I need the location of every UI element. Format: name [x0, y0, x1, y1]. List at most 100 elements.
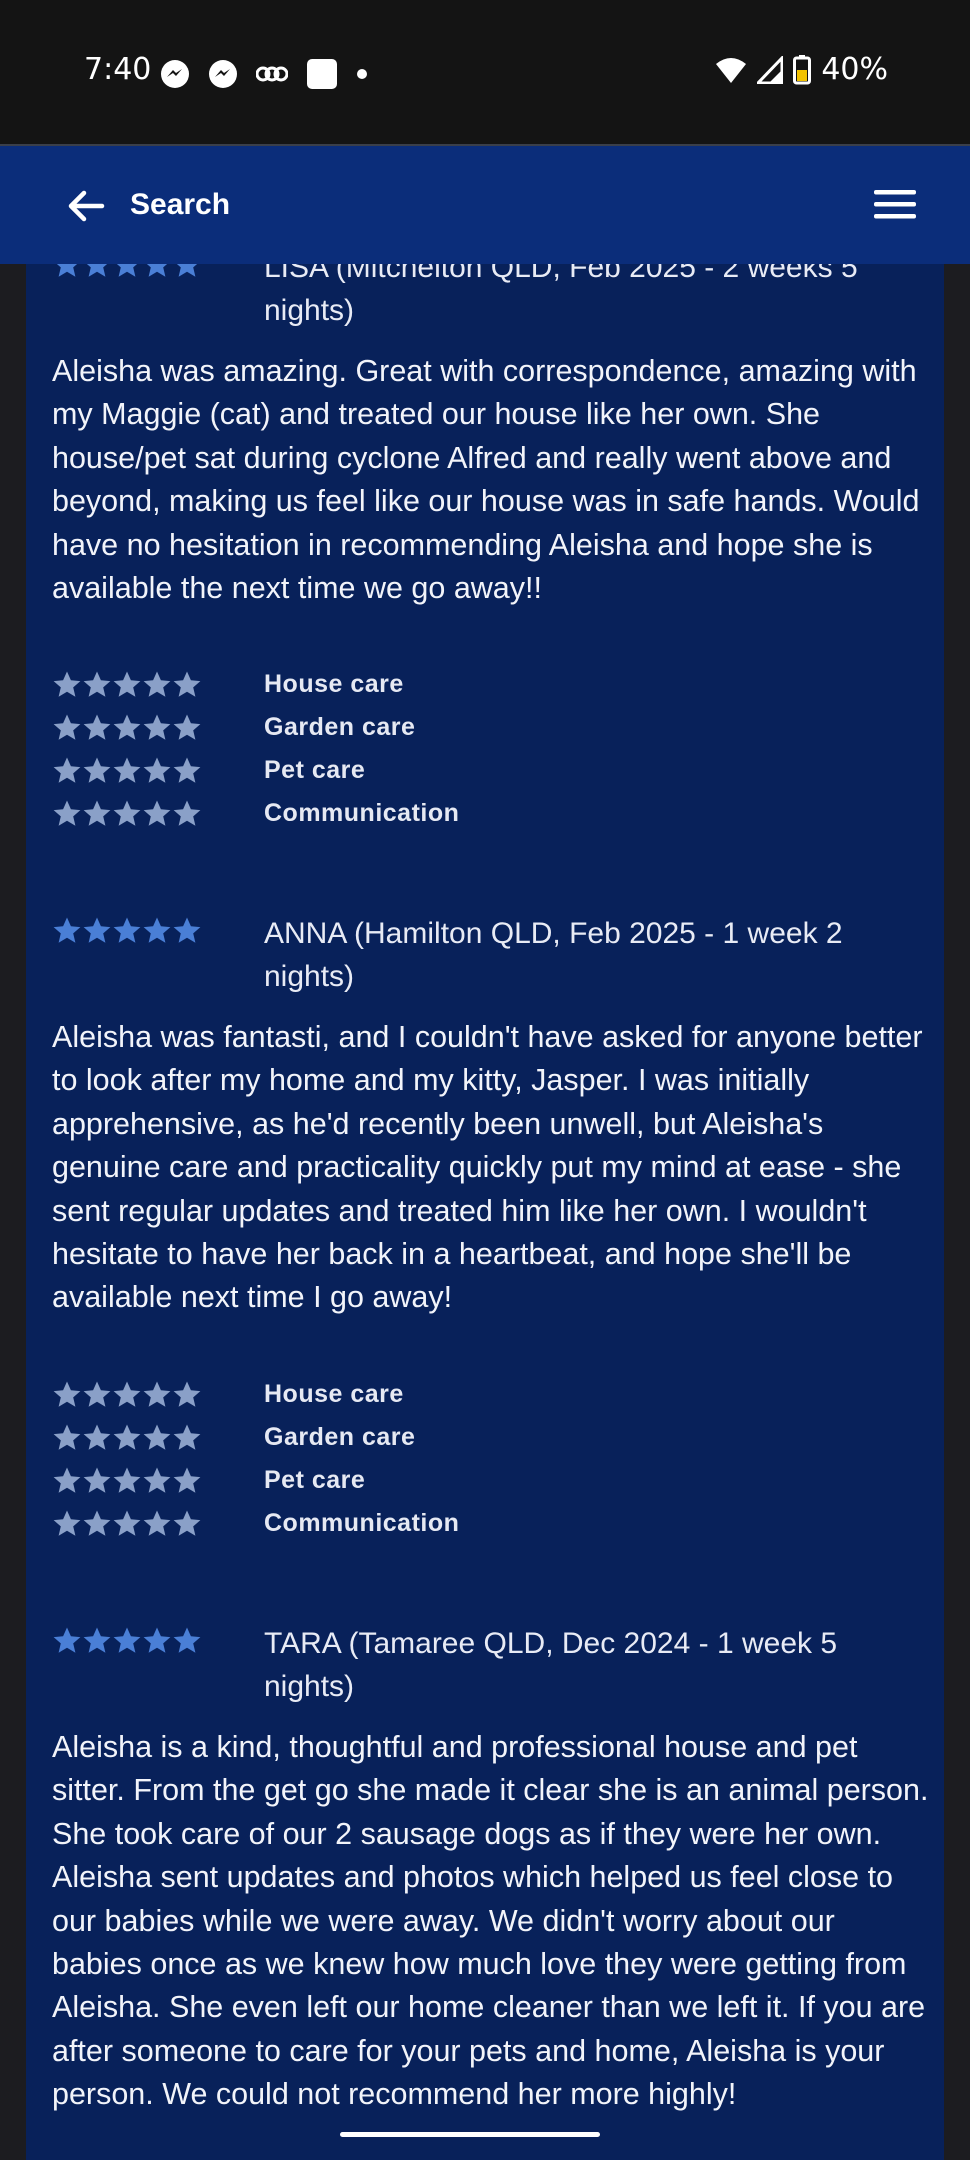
rating-row-communication: Communication [52, 795, 652, 835]
star-icon [53, 800, 81, 826]
rating-label: Communication [264, 799, 460, 827]
overall-rating-stars [52, 1626, 202, 1656]
abc-news-icon [256, 66, 288, 82]
star-icon [173, 1510, 201, 1536]
star-icon [113, 1381, 141, 1407]
notification-icons [160, 58, 368, 90]
rating-label: House care [264, 1380, 404, 1408]
star-icon [173, 917, 201, 943]
rating-stars [52, 1380, 202, 1410]
app-square-icon [307, 59, 337, 89]
star-icon [143, 1381, 171, 1407]
more-notifications-dot-icon [357, 69, 367, 79]
rating-label: House care [264, 670, 404, 698]
star-icon [143, 1510, 171, 1536]
clock: 7:40 [84, 52, 152, 87]
star-icon [113, 1467, 141, 1493]
rating-label: Garden care [264, 713, 416, 741]
star-icon [83, 714, 111, 740]
rating-row-garden-care: Garden care [52, 1419, 652, 1459]
rating-row-communication: Communication [52, 1505, 652, 1545]
messenger-icon [161, 60, 189, 88]
app-bar: Search [0, 146, 970, 264]
star-icon [173, 1627, 201, 1653]
star-icon [83, 800, 111, 826]
star-icon [53, 1381, 81, 1407]
star-icon [83, 1627, 111, 1653]
star-icon [143, 714, 171, 740]
rating-row-pet-care: Pet care [52, 752, 652, 792]
star-icon [173, 800, 201, 826]
review-text: Aleisha was fantasti, and I couldn't hav… [52, 1020, 923, 1315]
status-bar: 7:40 40% [0, 0, 970, 144]
star-icon [53, 917, 81, 943]
rating-label: Communication [264, 1509, 460, 1537]
signal-icon [757, 55, 784, 84]
star-icon [113, 1510, 141, 1536]
star-icon [83, 671, 111, 697]
review-header: ANNA (Hamilton QLD, Feb 2025 - 1 week 2 … [52, 912, 932, 993]
star-icon [83, 1510, 111, 1536]
star-icon [173, 1381, 201, 1407]
star-icon [143, 671, 171, 697]
star-icon [173, 714, 201, 740]
review-text: Aleisha was amazing. Great with correspo… [52, 354, 920, 606]
battery-icon [793, 54, 812, 84]
wifi-icon [716, 57, 747, 83]
star-icon [143, 800, 171, 826]
rating-stars [52, 1423, 202, 1453]
messenger-icon [209, 60, 237, 88]
rating-stars [52, 670, 202, 700]
reviews-list[interactable]: LISA (Mitchelton QLD, Feb 2025 - 2 weeks… [26, 200, 944, 2160]
rating-row-house-care: House care [52, 666, 652, 706]
scroll-indicator [340, 2132, 600, 2137]
battery-percent: 40% [821, 52, 888, 87]
overall-rating-stars [52, 916, 202, 946]
reviewer-name: TARA (Tamaree QLD, Dec 2024 - 1 week 5 n… [264, 1627, 838, 1703]
rating-stars [52, 713, 202, 743]
rating-label: Garden care [264, 1423, 416, 1451]
review-text: Aleisha is a kind, thoughtful and profes… [52, 1730, 929, 2112]
star-icon [113, 1627, 141, 1653]
hamburger-menu-icon[interactable] [874, 188, 916, 220]
rating-row-house-care: House care [52, 1376, 652, 1416]
reviewer-name: ANNA (Hamilton QLD, Feb 2025 - 1 week 2 … [264, 917, 843, 993]
back-to-search-link[interactable]: Search [130, 188, 230, 222]
star-icon [143, 1627, 171, 1653]
rating-row-pet-care: Pet care [52, 1462, 652, 1502]
rating-stars [52, 1509, 202, 1539]
system-icons: 40% [715, 52, 888, 87]
star-icon [143, 917, 171, 943]
star-icon [113, 1424, 141, 1450]
star-icon [173, 1467, 201, 1493]
star-icon [83, 1381, 111, 1407]
star-icon [173, 671, 201, 697]
rating-stars [52, 756, 202, 786]
star-icon [113, 671, 141, 697]
star-icon [113, 757, 141, 783]
star-icon [53, 1627, 81, 1653]
star-icon [83, 1467, 111, 1493]
star-icon [53, 1424, 81, 1450]
rating-stars [52, 799, 202, 829]
back-arrow-icon[interactable] [66, 186, 106, 226]
star-icon [53, 1510, 81, 1536]
star-icon [143, 1424, 171, 1450]
star-icon [83, 1424, 111, 1450]
star-icon [143, 757, 171, 783]
star-icon [83, 917, 111, 943]
star-icon [53, 671, 81, 697]
star-icon [113, 800, 141, 826]
star-icon [53, 714, 81, 740]
rating-row-garden-care: Garden care [52, 709, 652, 749]
review-header: TARA (Tamaree QLD, Dec 2024 - 1 week 5 n… [52, 1622, 932, 1703]
star-icon [53, 757, 81, 783]
star-icon [53, 1467, 81, 1493]
star-icon [113, 917, 141, 943]
star-icon [173, 1424, 201, 1450]
star-icon [113, 714, 141, 740]
star-icon [143, 1467, 171, 1493]
rating-stars [52, 1466, 202, 1496]
star-icon [173, 757, 201, 783]
rating-label: Pet care [264, 756, 366, 784]
